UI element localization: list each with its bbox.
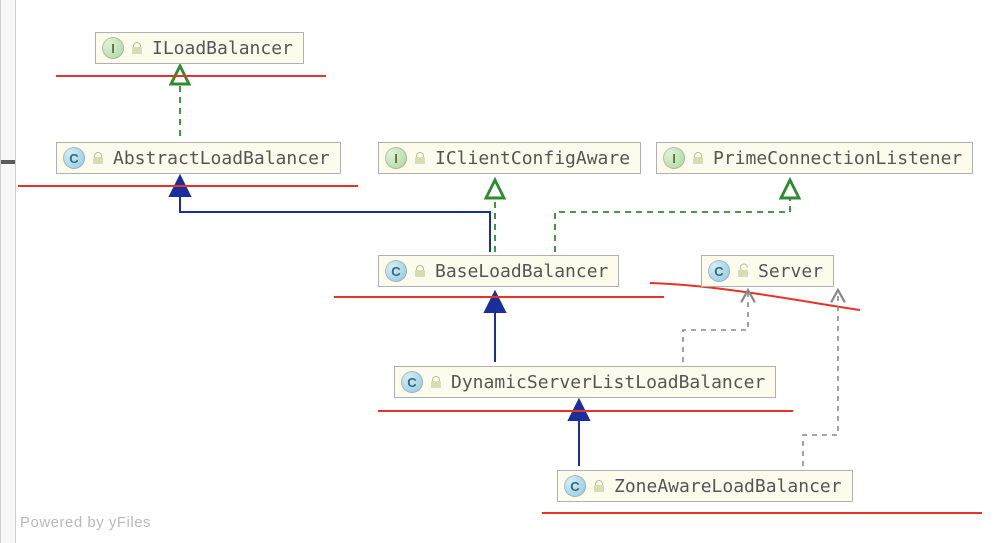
- underline: [18, 185, 358, 187]
- edge-zone-to-server: [803, 290, 838, 466]
- lock-icon: [415, 265, 425, 277]
- class-icon: C: [708, 260, 748, 282]
- lock-icon: [431, 376, 441, 388]
- class-icon: C: [564, 475, 604, 497]
- node-label: BaseLoadBalancer: [435, 261, 608, 282]
- edge-dynamic-to-server: [683, 290, 748, 362]
- lock-open-icon: [738, 265, 748, 277]
- server-underline-curve: [650, 283, 860, 310]
- node-label: PrimeConnectionListener: [713, 148, 962, 169]
- node-label: Server: [758, 261, 823, 282]
- class-icon: C: [385, 260, 425, 282]
- node-zoneawareloadbalancer[interactable]: C ZoneAwareLoadBalancer: [557, 470, 853, 502]
- node-label: AbstractLoadBalancer: [113, 148, 330, 169]
- lock-icon: [693, 152, 703, 164]
- lock-icon: [132, 42, 142, 54]
- node-baseloadbalancer[interactable]: C BaseLoadBalancer: [378, 255, 619, 287]
- class-icon: C: [401, 371, 441, 393]
- diagram-canvas: I ILoadBalancer C AbstractLoadBalancer I…: [0, 0, 1000, 543]
- underline: [378, 410, 793, 412]
- lock-icon: [415, 152, 425, 164]
- interface-icon: I: [102, 37, 142, 59]
- node-label: ILoadBalancer: [152, 38, 293, 59]
- node-dynamicserverlistloadbalancer[interactable]: C DynamicServerListLoadBalancer: [394, 366, 776, 398]
- node-label: DynamicServerListLoadBalancer: [451, 372, 765, 393]
- node-iloadbalancer[interactable]: I ILoadBalancer: [95, 32, 304, 64]
- lock-icon: [594, 480, 604, 492]
- node-label: ZoneAwareLoadBalancer: [614, 476, 842, 497]
- node-primeconnectionlistener[interactable]: I PrimeConnectionListener: [656, 142, 973, 174]
- lock-icon: [93, 152, 103, 164]
- edge-base-to-prime: [555, 180, 790, 252]
- node-iclientconfigaware[interactable]: I IClientConfigAware: [378, 142, 641, 174]
- edge-base-to-abstract: [180, 176, 490, 252]
- class-icon: C: [63, 147, 103, 169]
- credit-text: Powered by yFiles: [20, 514, 151, 531]
- underline: [542, 512, 982, 514]
- node-label: IClientConfigAware: [435, 148, 630, 169]
- interface-icon: I: [385, 147, 425, 169]
- node-server[interactable]: C Server: [701, 255, 834, 287]
- interface-icon: I: [663, 147, 703, 169]
- underline: [56, 75, 326, 77]
- node-abstractloadbalancer[interactable]: C AbstractLoadBalancer: [56, 142, 341, 174]
- underline: [334, 296, 664, 298]
